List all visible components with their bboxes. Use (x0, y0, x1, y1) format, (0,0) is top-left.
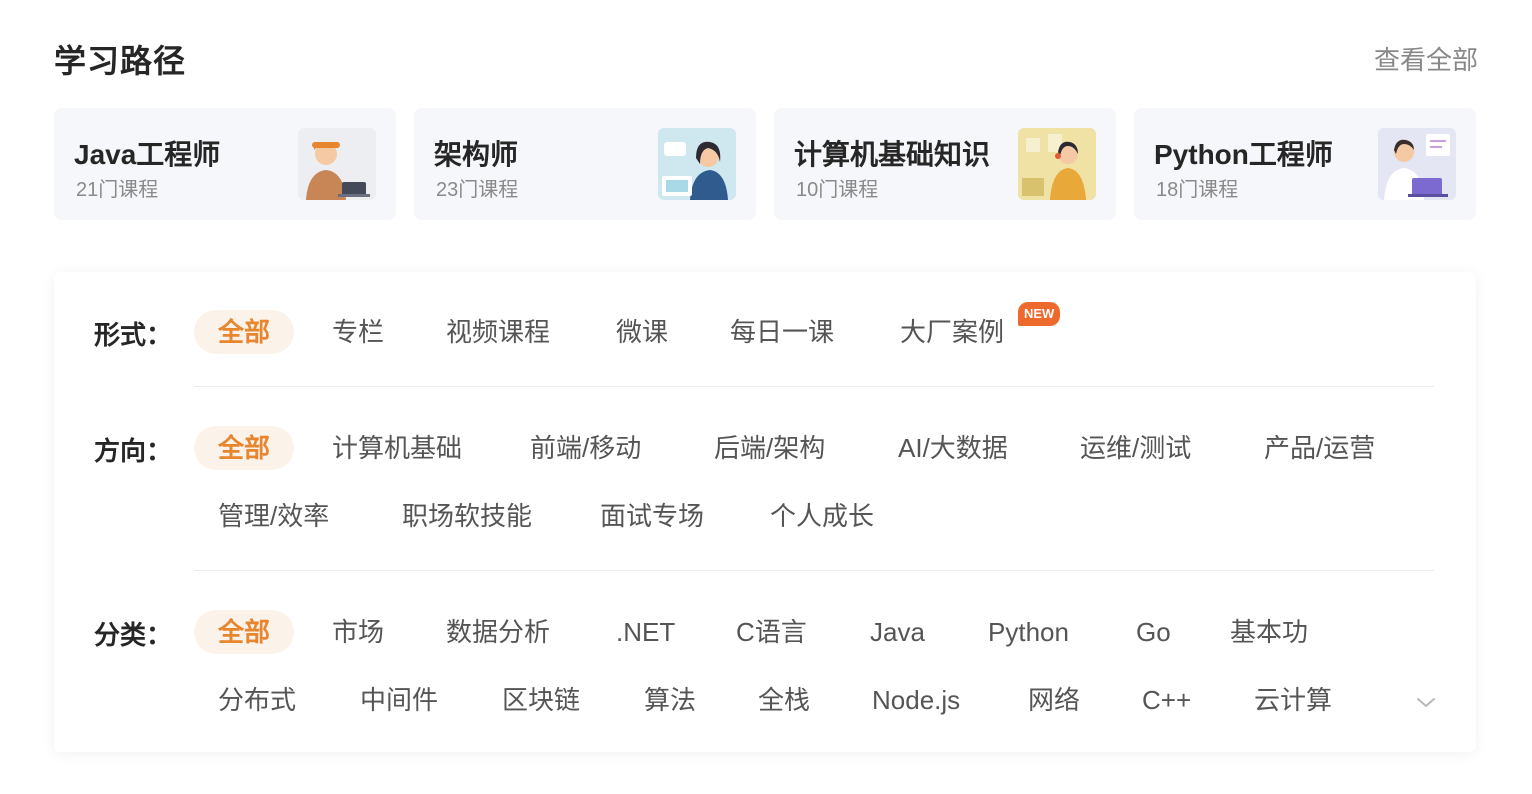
section-title: 学习路径 (54, 43, 187, 79)
path-card-java[interactable]: Java工程师 21门课程 (54, 108, 396, 220)
tag-category-market[interactable]: 市场 (332, 610, 384, 654)
tag-format-video[interactable]: 视频课程 (446, 310, 550, 354)
tag-category-go[interactable]: Go (1136, 610, 1171, 654)
path-card-count: 23门课程 (436, 179, 519, 201)
tag-category-middleware[interactable]: 中间件 (360, 678, 438, 722)
tag-direction-softskills[interactable]: 职场软技能 (402, 494, 532, 538)
chevron-down-icon[interactable] (1414, 690, 1438, 714)
path-card-title: 计算机基础知识 (794, 139, 991, 170)
path-card-title: Python工程师 (1154, 139, 1333, 170)
new-badge: NEW (1018, 302, 1061, 326)
tag-direction-product[interactable]: 产品/运营 (1264, 426, 1375, 470)
tag-category-blockchain[interactable]: 区块链 (502, 678, 580, 722)
path-card-title: Java工程师 (74, 139, 221, 170)
path-card-title: 架构师 (434, 139, 519, 170)
tag-direction-ai[interactable]: AI/大数据 (898, 426, 1008, 470)
tag-category-dotnet[interactable]: .NET (616, 610, 675, 654)
filter-panel: 形式： 全部 专栏 视频课程 微课 每日一课 大厂案例 NEW 方向： 全部 计… (54, 272, 1476, 752)
tag-category-cloud[interactable]: 云计算 (1254, 678, 1332, 722)
tag-category-java[interactable]: Java (870, 610, 925, 654)
tag-category-network[interactable]: 网络 (1028, 678, 1080, 722)
divider (194, 386, 1434, 387)
tag-direction-growth[interactable]: 个人成长 (770, 494, 874, 538)
tag-format-micro[interactable]: 微课 (616, 310, 668, 354)
tag-direction-ops[interactable]: 运维/测试 (1080, 426, 1191, 470)
tag-format-daily[interactable]: 每日一课 (730, 310, 834, 354)
path-card-count: 10门课程 (796, 179, 879, 201)
tag-direction-backend[interactable]: 后端/架构 (714, 426, 825, 470)
tag-category-fullstack[interactable]: 全栈 (758, 678, 810, 722)
tag-category-python[interactable]: Python (988, 610, 1069, 654)
path-card-count: 21门课程 (76, 179, 159, 201)
path-card-count: 18门课程 (1156, 179, 1239, 201)
tag-category-cpp[interactable]: C++ (1142, 678, 1191, 722)
tag-direction-all[interactable]: 全部 (194, 426, 295, 470)
tag-direction-cs[interactable]: 计算机基础 (332, 426, 462, 470)
java-engineer-illustration-icon (298, 128, 376, 200)
tag-category-c[interactable]: C语言 (736, 610, 807, 654)
tag-format-all[interactable]: 全部 (194, 310, 295, 354)
tag-category-fundamentals[interactable]: 基本功 (1230, 610, 1308, 654)
tag-direction-interview[interactable]: 面试专场 (600, 494, 704, 538)
filter-label-direction: 方向： (94, 436, 173, 466)
tag-format-case[interactable]: 大厂案例 (900, 310, 1004, 354)
filter-label-format: 形式： (94, 320, 173, 350)
cs-basics-illustration-icon (1018, 128, 1096, 200)
path-card-python[interactable]: Python工程师 18门课程 (1134, 108, 1476, 220)
tag-category-data-analysis[interactable]: 数据分析 (446, 610, 550, 654)
python-engineer-illustration-icon (1378, 128, 1456, 200)
tag-format-column[interactable]: 专栏 (332, 310, 384, 354)
divider (194, 570, 1434, 571)
path-card-architect[interactable]: 架构师 23门课程 (414, 108, 756, 220)
view-all-link[interactable]: 查看全部 (1374, 40, 1478, 77)
tag-category-distributed[interactable]: 分布式 (218, 678, 296, 722)
tag-category-nodejs[interactable]: Node.js (872, 678, 960, 722)
tag-category-all[interactable]: 全部 (194, 610, 295, 654)
tag-direction-frontend[interactable]: 前端/移动 (530, 426, 641, 470)
filter-label-category: 分类： (94, 620, 173, 650)
path-card-cs-basics[interactable]: 计算机基础知识 10门课程 (774, 108, 1116, 220)
tag-category-algorithm[interactable]: 算法 (644, 678, 696, 722)
architect-illustration-icon (658, 128, 736, 200)
tag-direction-management[interactable]: 管理/效率 (218, 494, 329, 538)
learning-path-cards: Java工程师 21门课程 架构师 23门课程 计算机基础知识 10门课程 Py… (54, 108, 1476, 220)
